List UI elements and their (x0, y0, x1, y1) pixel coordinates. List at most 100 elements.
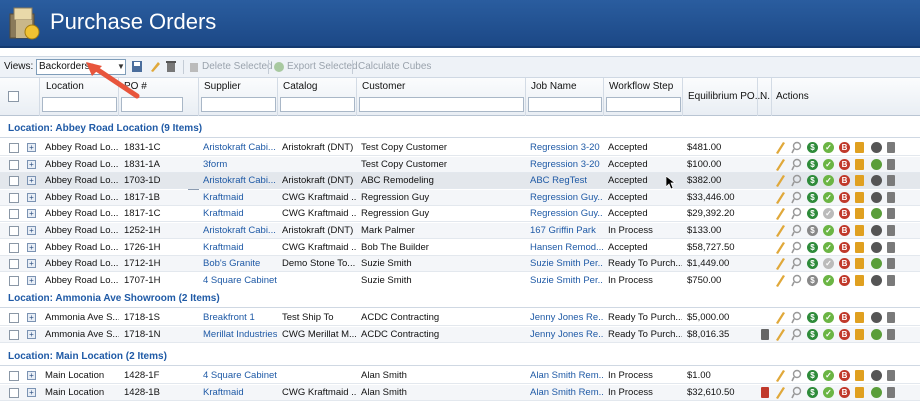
table-row[interactable]: + Abbey Road Lo... 1703-1D Aristokraft Cabi… (0, 173, 920, 190)
col-workflow-step[interactable]: Workflow Step (604, 78, 683, 116)
catalog-filter-input[interactable] (280, 97, 355, 112)
row-checkbox[interactable] (9, 371, 19, 381)
trash-icon[interactable] (887, 191, 895, 203)
dollar-icon[interactable]: $ (807, 386, 818, 398)
trash-icon[interactable] (887, 175, 895, 187)
note-icon[interactable] (855, 175, 864, 187)
check-icon[interactable]: ✓ (823, 386, 834, 398)
search-doc-icon[interactable] (791, 257, 802, 270)
globe-icon[interactable] (871, 386, 882, 398)
globe-icon[interactable] (871, 208, 882, 220)
trash-icon[interactable] (887, 312, 895, 323)
trash-icon[interactable] (887, 241, 895, 253)
expand-icon[interactable]: + (27, 192, 36, 202)
col-customer[interactable]: Customer (357, 78, 526, 116)
globe-icon[interactable] (871, 274, 882, 286)
note-icon[interactable] (855, 208, 864, 220)
b-badge-icon[interactable]: B (839, 142, 850, 153)
trash-icon[interactable] (887, 258, 895, 270)
table-row[interactable]: + Main Location 1428-1B Kraftmaid CWG Kraftm… (0, 384, 920, 401)
trash-icon[interactable] (887, 208, 895, 220)
cell-supplier[interactable]: Kraftmaid (203, 387, 277, 398)
note-icon[interactable] (855, 258, 864, 270)
dollar-icon[interactable]: $ (807, 370, 818, 381)
calculate-cubes-button[interactable]: Calculate Cubes (358, 61, 431, 72)
cell-job[interactable]: Alan Smith Rem... (530, 370, 603, 381)
pencil-icon[interactable] (775, 158, 786, 171)
workflow-filter-input[interactable] (606, 97, 681, 112)
check-icon[interactable]: ✓ (823, 370, 834, 381)
table-row[interactable]: + Abbey Road Lo... 1726-1H Kraftmaid CWG Kra… (0, 240, 920, 256)
row-checkbox[interactable] (9, 242, 19, 253)
globe-icon[interactable] (871, 241, 882, 253)
table-row[interactable]: + Abbey Road Lo... 1831-1C Aristokraft Cabi… (0, 140, 920, 156)
col-equilibrium-po[interactable]: Equilibrium PO... (683, 78, 763, 116)
row-checkbox[interactable] (9, 176, 19, 187)
search-doc-icon[interactable] (791, 241, 802, 254)
pencil-icon[interactable] (775, 207, 786, 221)
cell-supplier[interactable]: 3form (203, 159, 277, 170)
pencil-icon[interactable] (775, 174, 786, 188)
row-checkbox[interactable] (9, 192, 19, 203)
globe-icon[interactable] (871, 191, 882, 203)
cell-job[interactable]: Jenny Jones Re... (530, 312, 603, 323)
table-row[interactable]: + Ammonia Ave S... 1718-1N Merillat Industr… (0, 326, 920, 343)
check-icon[interactable]: ✓ (823, 258, 834, 270)
row-checkbox[interactable] (9, 275, 19, 286)
cell-job[interactable]: Regression 3-20 (530, 142, 603, 153)
group-header[interactable]: Location: Main Location (2 Items) (0, 346, 920, 366)
b-badge-icon[interactable]: B (839, 328, 850, 340)
cell-supplier[interactable]: Kraftmaid (203, 192, 277, 203)
expand-icon[interactable]: + (27, 329, 36, 339)
b-badge-icon[interactable]: B (839, 258, 850, 270)
dollar-icon[interactable]: $ (807, 225, 818, 236)
pencil-icon[interactable] (775, 386, 786, 399)
b-badge-icon[interactable]: B (839, 175, 850, 187)
search-doc-icon[interactable] (791, 158, 802, 171)
trash-icon[interactable] (165, 60, 177, 73)
note-icon[interactable] (855, 142, 864, 153)
globe-icon[interactable] (871, 312, 882, 323)
pencil-icon[interactable] (775, 241, 786, 254)
globe-icon[interactable] (871, 175, 882, 187)
globe-icon[interactable] (871, 142, 882, 153)
dollar-icon[interactable]: $ (807, 274, 818, 286)
search-doc-icon[interactable] (791, 191, 802, 204)
delete-selected-button[interactable]: Delete Selected (202, 61, 273, 72)
expand-icon[interactable]: + (27, 259, 36, 269)
dollar-icon[interactable]: $ (807, 175, 818, 187)
row-checkbox[interactable] (9, 387, 19, 398)
expand-icon[interactable]: + (27, 371, 36, 380)
search-doc-icon[interactable] (791, 207, 802, 220)
pencil-icon[interactable] (775, 369, 786, 382)
cell-job[interactable]: Suzie Smith Per... (530, 275, 603, 286)
cell-job[interactable]: Regression Guy... (530, 192, 603, 203)
note-icon[interactable] (855, 370, 864, 381)
export-selected-button[interactable]: Export Selected (287, 61, 358, 72)
row-checkbox[interactable] (9, 226, 19, 236)
b-badge-icon[interactable]: B (839, 274, 850, 286)
note-icon[interactable] (855, 386, 864, 398)
globe-icon[interactable] (871, 158, 882, 170)
col-notes[interactable]: N. (758, 78, 772, 116)
cell-supplier[interactable]: Aristokraft Cabi... (203, 225, 277, 236)
globe-icon[interactable] (871, 258, 882, 270)
pencil-icon[interactable] (775, 191, 786, 204)
b-badge-icon[interactable]: B (839, 158, 850, 170)
trash-icon[interactable] (887, 274, 895, 286)
search-doc-icon[interactable] (791, 141, 802, 154)
expand-icon[interactable]: + (27, 176, 36, 186)
expand-icon[interactable]: + (27, 143, 36, 152)
check-icon[interactable]: ✓ (823, 208, 834, 220)
pencil-icon[interactable] (775, 311, 786, 324)
cell-supplier[interactable]: Aristokraft Cabi... (203, 142, 277, 153)
row-checkbox[interactable] (9, 259, 19, 270)
edit-view-icon[interactable] (149, 60, 161, 73)
table-row[interactable]: + Abbey Road Lo... 1831-1A 3form Test Copy C… (0, 156, 920, 173)
row-checkbox[interactable] (9, 209, 19, 220)
cell-supplier[interactable]: Breakfront 1 (203, 312, 277, 323)
check-icon[interactable]: ✓ (823, 241, 834, 253)
expand-icon[interactable]: + (27, 159, 36, 169)
table-row[interactable]: + Abbey Road Lo... 1712-1H Bob's Granite Dem… (0, 256, 920, 273)
pencil-icon[interactable] (775, 257, 786, 271)
